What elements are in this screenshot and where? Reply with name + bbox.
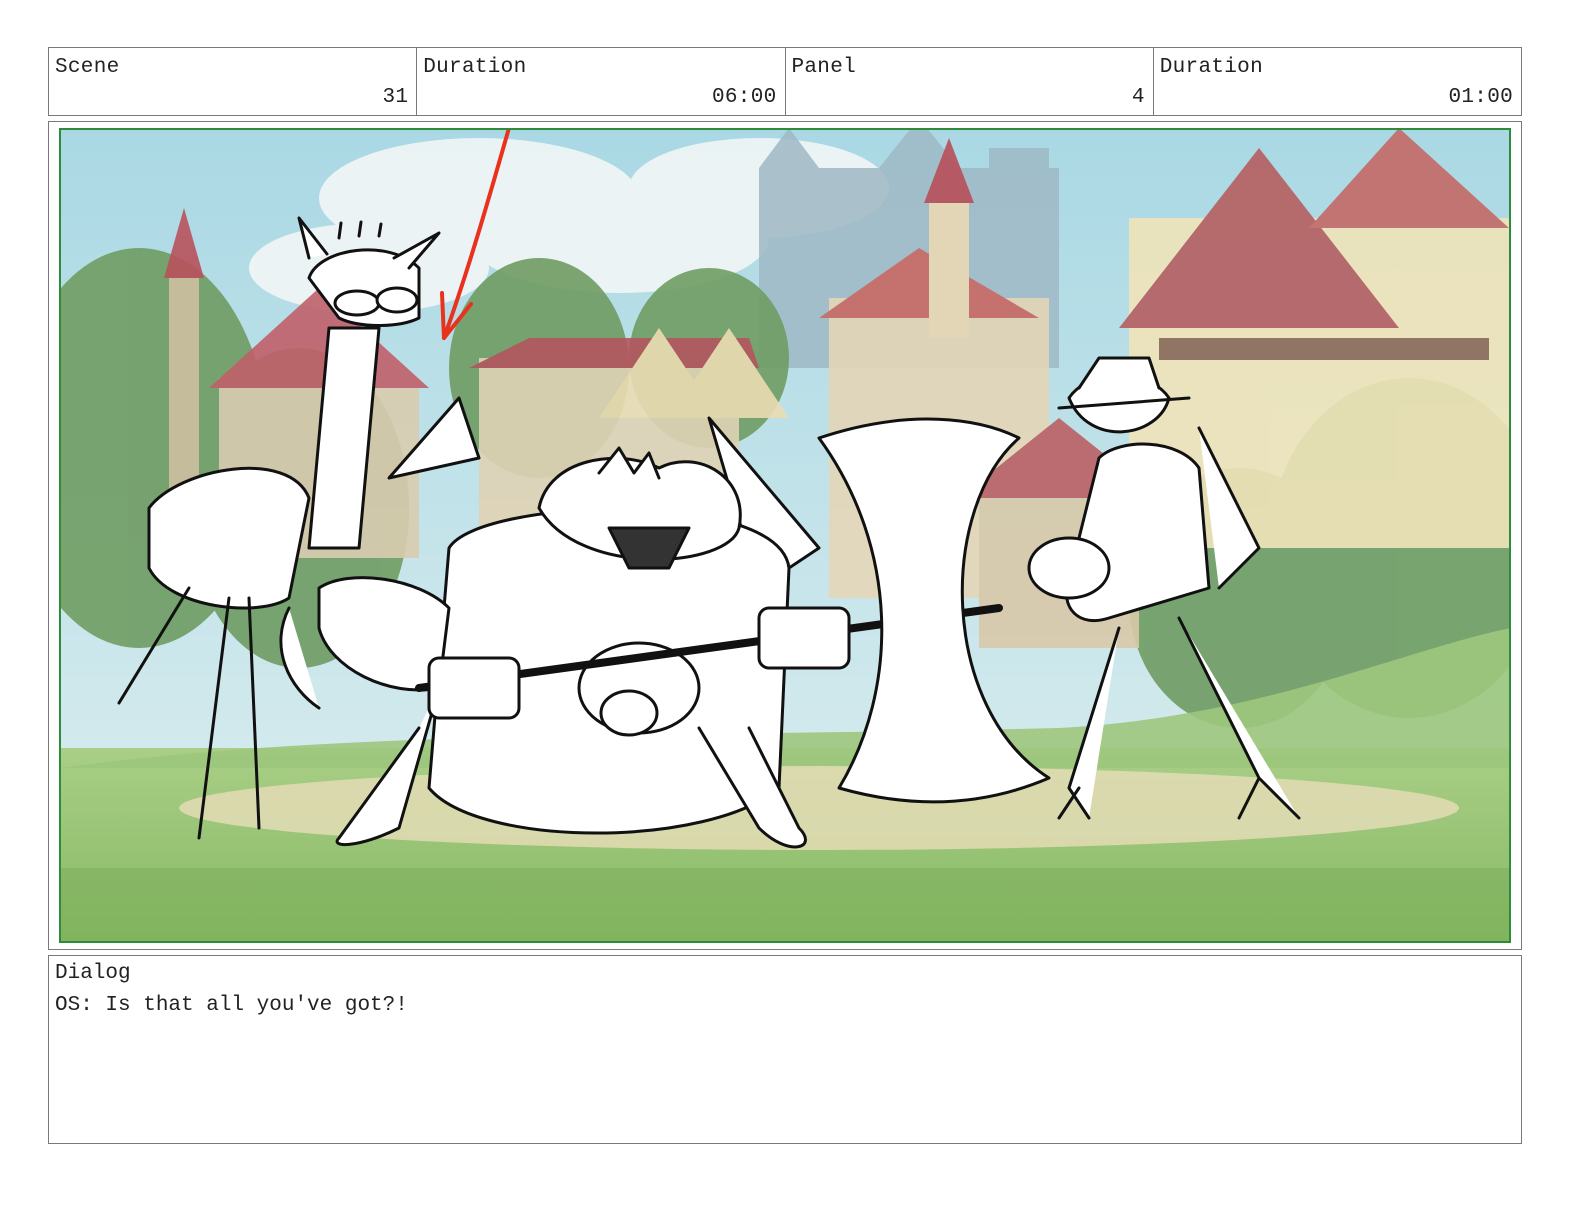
storyboard-panel [48, 121, 1522, 950]
panel-duration-label: Duration [1159, 56, 1263, 79]
scene-duration-value: 06:00 [711, 86, 777, 109]
dialog-label: Dialog [55, 962, 131, 985]
panel-artwork [59, 128, 1511, 943]
scene-number: 31 [382, 86, 409, 109]
dialog-text: OS: Is that all you've got?! [55, 994, 408, 1017]
panel-number: 4 [1131, 86, 1145, 109]
panel-cell: Panel 4 [786, 48, 1154, 115]
scene-label: Scene [55, 56, 120, 79]
panel-header: Scene 31 Duration 06:00 Panel 4 Duration… [48, 47, 1522, 116]
panel-duration-value: 01:00 [1448, 86, 1513, 109]
scene-duration-cell: Duration 06:00 [417, 48, 786, 115]
scene-cell: Scene 31 [49, 48, 418, 115]
panel-label: Panel [791, 56, 857, 79]
panel-illustration [59, 128, 1511, 943]
dialog-box: Dialog OS: Is that all you've got?! [48, 955, 1522, 1144]
scene-duration-label: Duration [423, 56, 527, 79]
panel-duration-cell: Duration 01:00 [1154, 48, 1521, 115]
